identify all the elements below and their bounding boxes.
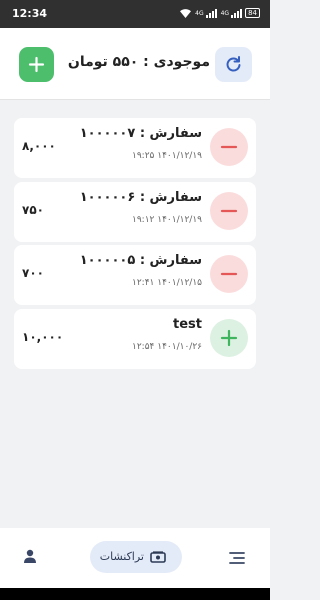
balance-title: موجودی : ۵۵۰ تومان (67, 54, 210, 70)
add-button[interactable] (19, 47, 54, 82)
nav-profile[interactable] (22, 548, 38, 568)
status-time: 12:34 (12, 7, 48, 20)
transaction-date: ۱۴۰۱/۱۲/۱۹ ۱۹:۲۵ (132, 151, 202, 161)
transaction-date: ۱۴۰۱/۱۰/۲۶ ۱۲:۵۴ (132, 342, 202, 352)
refresh-button[interactable] (215, 47, 252, 82)
plus-icon (28, 56, 45, 73)
transactions-icon (150, 551, 166, 563)
network-type-1: 4G (195, 9, 204, 17)
transaction-card[interactable]: test ۱۴۰۱/۱۰/۲۶ ۱۲:۵۴ ۱۰,۰۰۰ (14, 309, 256, 369)
plus-icon (210, 319, 248, 357)
system-navigation-bar (0, 588, 270, 600)
signal-icon-2 (231, 8, 243, 18)
transaction-title: سفارش : ۱۰۰۰۰۰۶ (79, 190, 202, 205)
status-icons: 4G 4G 84 (180, 8, 260, 18)
transaction-date: ۱۴۰۱/۱۲/۱۹ ۱۹:۱۲ (132, 215, 202, 225)
transaction-amount: ۸,۰۰۰ (22, 139, 56, 153)
signal-icon-1 (205, 8, 217, 18)
wifi-icon (180, 8, 192, 18)
status-bar: 12:34 4G 4G 84 (0, 0, 270, 28)
transaction-title: سفارش : ۱۰۰۰۰۰۷ (79, 126, 202, 141)
nav-transactions-label: تراکنشات (99, 550, 144, 563)
transaction-title: سفارش : ۱۰۰۰۰۰۵ (79, 253, 202, 268)
nav-menu[interactable] (229, 550, 245, 569)
header: موجودی : ۵۵۰ تومان (0, 28, 270, 100)
network-type-2: 4G (220, 9, 230, 17)
transaction-amount: ۷۵۰ (22, 203, 44, 217)
transaction-card[interactable]: سفارش : ۱۰۰۰۰۰۷ ۱۴۰۱/۱۲/۱۹ ۱۹:۲۵ ۸,۰۰۰ (14, 118, 256, 178)
transaction-title: test (173, 317, 202, 332)
person-icon (24, 549, 36, 563)
nav-transactions[interactable]: تراکنشات (90, 541, 182, 573)
bottom-navigation: تراکنشات (0, 528, 270, 588)
battery-icon: 84 (245, 8, 260, 18)
refresh-icon (226, 56, 241, 72)
transaction-amount: ۷۰۰ (22, 266, 44, 280)
transaction-amount: ۱۰,۰۰۰ (22, 330, 64, 344)
menu-icon (229, 552, 245, 564)
minus-icon (210, 255, 248, 293)
transaction-card[interactable]: سفارش : ۱۰۰۰۰۰۶ ۱۴۰۱/۱۲/۱۹ ۱۹:۱۲ ۷۵۰ (14, 182, 256, 242)
minus-icon (210, 128, 248, 166)
transaction-date: ۱۴۰۱/۱۲/۱۵ ۱۲:۴۱ (132, 278, 202, 288)
transaction-card[interactable]: سفارش : ۱۰۰۰۰۰۵ ۱۴۰۱/۱۲/۱۵ ۱۲:۴۱ ۷۰۰ (14, 245, 256, 305)
minus-icon (210, 192, 248, 230)
